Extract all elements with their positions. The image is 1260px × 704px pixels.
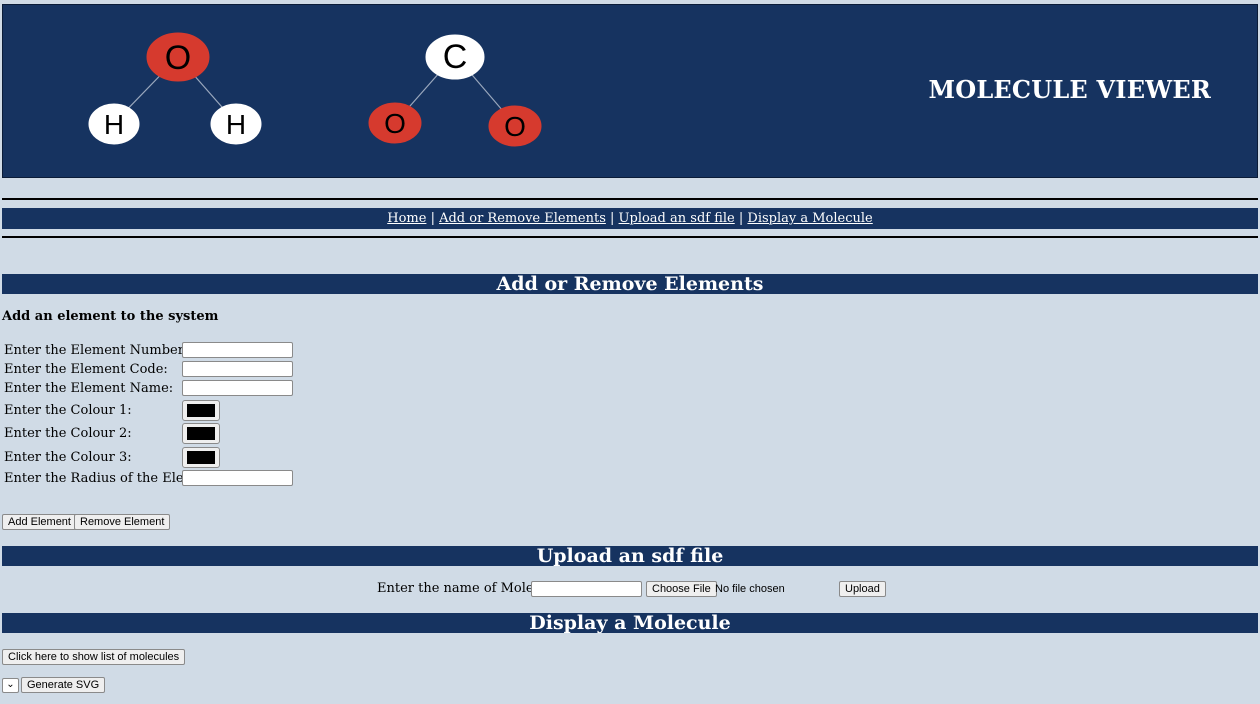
element-number-label: Enter the Element Number: [4, 343, 189, 358]
file-status: No file chosen [715, 583, 785, 595]
colour1-picker[interactable] [182, 400, 220, 421]
divider-bottom [2, 236, 1258, 238]
nav-link-add-remove[interactable]: Add or Remove Elements [439, 211, 606, 226]
element-code-input[interactable] [182, 361, 293, 377]
hydrogen-atom-right: H [210, 103, 262, 145]
svg-text:H: H [104, 109, 124, 140]
hydrogen-atom-left: H [88, 103, 140, 145]
nav-link-home[interactable]: Home [387, 211, 426, 226]
svg-text:O: O [384, 108, 406, 139]
element-code-label: Enter the Element Code: [4, 362, 168, 377]
upload-button[interactable]: Upload [839, 581, 886, 597]
element-name-label: Enter the Element Name: [4, 381, 174, 396]
colour2-picker[interactable] [182, 423, 220, 444]
svg-text:O: O [165, 39, 191, 77]
svg-text:C: C [443, 38, 468, 76]
colour3-swatch [187, 451, 215, 464]
show-molecule-list-button[interactable]: Click here to show list of molecules [2, 649, 186, 665]
colour1-swatch [187, 404, 215, 417]
nav-link-display[interactable]: Display a Molecule [747, 211, 872, 226]
colour3-picker[interactable] [182, 447, 220, 468]
colour3-label: Enter the Colour 3: [4, 450, 132, 465]
colour1-label: Enter the Colour 1: [4, 403, 132, 418]
nav-separator: | [738, 211, 744, 226]
banner: O H H C O O MOLECULE VIEWER [2, 4, 1258, 178]
element-number-input[interactable] [182, 342, 293, 358]
element-radius-input[interactable] [182, 470, 293, 486]
remove-element-button[interactable]: Remove Element [74, 514, 171, 530]
oxygen-atom-left: O [368, 102, 422, 144]
molecule-select[interactable]: ⌄ [2, 678, 19, 693]
upload-heading: Upload an sdf file [2, 546, 1258, 566]
display-heading: Display a Molecule [2, 613, 1258, 633]
colour2-swatch [187, 427, 215, 440]
nav-separator: | [430, 211, 435, 226]
colour2-label: Enter the Colour 2: [4, 426, 132, 441]
add-element-subheading: Add an element to the system [2, 309, 219, 324]
add-element-button[interactable]: Add Element [2, 514, 77, 530]
nav-bar: Home | Add or Remove Elements | Upload a… [2, 208, 1258, 229]
generate-svg-button[interactable]: Generate SVG [21, 677, 106, 693]
divider-top [2, 198, 1258, 200]
chevron-down-icon: ⌄ [6, 679, 15, 690]
svg-text:H: H [226, 109, 246, 140]
oxygen-atom-water: O [146, 32, 210, 82]
add-remove-heading: Add or Remove Elements [2, 274, 1258, 294]
molecule-name-input[interactable] [531, 581, 642, 597]
element-name-input[interactable] [182, 380, 293, 396]
site-title: MOLECULE VIEWER [928, 75, 1211, 104]
svg-text:O: O [504, 111, 526, 142]
nav-separator: | [610, 211, 615, 226]
oxygen-atom-right: O [488, 105, 542, 147]
carbon-atom: C [425, 34, 485, 80]
nav-link-upload[interactable]: Upload an sdf file [619, 211, 735, 226]
choose-file-button[interactable]: Choose File [646, 581, 717, 597]
